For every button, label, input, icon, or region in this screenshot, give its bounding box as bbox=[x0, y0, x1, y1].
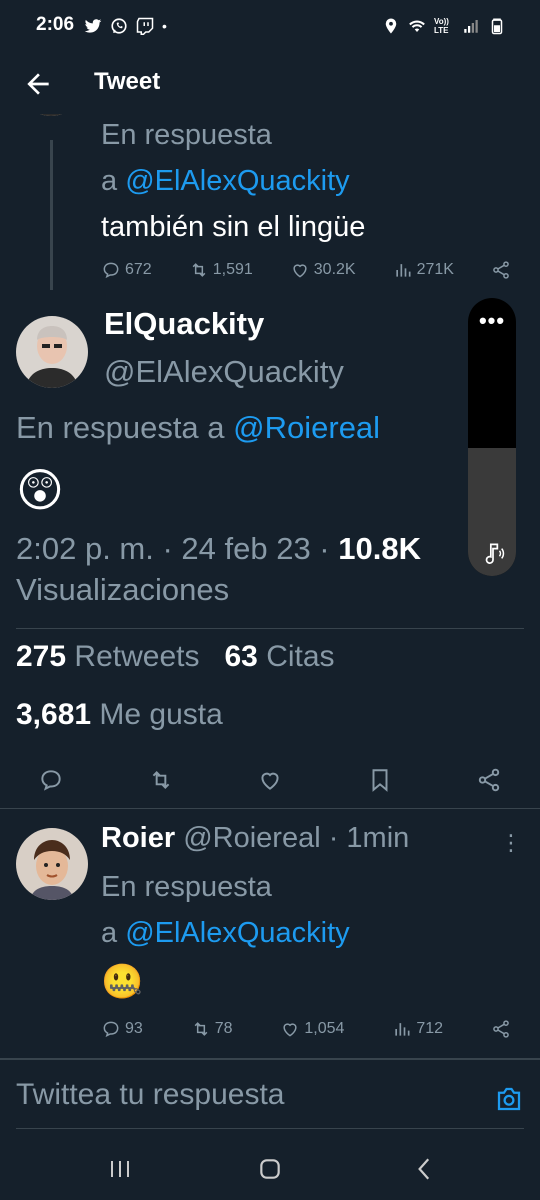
mention-link[interactable]: @ElAlexQuackity bbox=[125, 917, 349, 949]
divider bbox=[16, 628, 524, 629]
tweet-time: · 1min bbox=[320, 822, 410, 854]
share-icon[interactable] bbox=[491, 1019, 511, 1039]
home-icon[interactable] bbox=[256, 1156, 284, 1182]
tweet-action-bar bbox=[16, 752, 524, 808]
share-icon[interactable] bbox=[476, 767, 502, 793]
heart-icon[interactable] bbox=[257, 767, 283, 793]
status-bar: 2:06 • Vo)) LTE bbox=[0, 0, 540, 52]
tweet-text: 🤐 bbox=[101, 963, 144, 1001]
thread-connector-line bbox=[50, 140, 53, 290]
bookmark-icon[interactable] bbox=[367, 767, 393, 793]
reply-context: En respuesta bbox=[101, 871, 272, 903]
views-icon bbox=[395, 1023, 410, 1036]
reply-tweet-body[interactable]: En respuesta a @ElAlexQuackity también s… bbox=[101, 112, 521, 250]
views-count: 10.8K bbox=[338, 531, 421, 566]
volume-slider[interactable]: ••• bbox=[468, 298, 516, 576]
author-name[interactable]: Roier bbox=[101, 822, 175, 854]
tweet-text: 😲 bbox=[16, 464, 64, 516]
reply-count[interactable]: 93 bbox=[101, 1019, 143, 1039]
tweet-timestamp: 2:02 p. m. · 24 feb 23 · 10.8K bbox=[16, 531, 421, 566]
reply-icon[interactable] bbox=[38, 767, 64, 793]
more-options-icon[interactable]: ⋮ bbox=[500, 830, 522, 856]
mention-link[interactable]: @Roiereal bbox=[233, 410, 380, 445]
view-count[interactable]: 271K bbox=[393, 260, 454, 280]
top-app-bar: Tweet bbox=[0, 52, 540, 114]
views-icon bbox=[395, 264, 411, 277]
wifi-icon bbox=[409, 20, 425, 32]
system-navigation-bar bbox=[0, 1140, 540, 1200]
volte-icon: Vo)) LTE bbox=[434, 17, 449, 35]
reply-count[interactable]: 672 bbox=[101, 260, 152, 280]
comment-icon bbox=[103, 262, 119, 279]
retweet-icon bbox=[192, 263, 206, 277]
recent-apps-icon[interactable] bbox=[108, 1156, 132, 1182]
retweet-icon[interactable] bbox=[148, 767, 174, 793]
divider bbox=[16, 1128, 524, 1129]
mention-link[interactable]: @ElAlexQuackity bbox=[125, 165, 349, 197]
more-options-icon[interactable]: ••• bbox=[468, 310, 516, 332]
whatsapp-icon bbox=[111, 18, 127, 34]
reply-context-handle-line: a @ElAlexQuackity bbox=[101, 165, 350, 197]
like-count[interactable]: 30.2K bbox=[290, 260, 356, 280]
signal-icon bbox=[464, 20, 478, 33]
notification-icons: • bbox=[84, 14, 167, 38]
author-handle[interactable]: @ElAlexQuackity bbox=[104, 354, 344, 390]
divider bbox=[0, 808, 540, 809]
status-time: 2:06 bbox=[36, 14, 75, 35]
system-icons: Vo)) LTE bbox=[382, 14, 506, 38]
divider bbox=[0, 1058, 540, 1060]
back-icon[interactable] bbox=[412, 1156, 438, 1182]
view-count[interactable]: 712 bbox=[392, 1019, 443, 1039]
views-label: Visualizaciones bbox=[16, 572, 230, 607]
author-avatar[interactable] bbox=[16, 316, 88, 388]
reply-composer-input[interactable]: Twittea tu respuesta bbox=[16, 1078, 284, 1112]
reply-context: En respuesta bbox=[101, 119, 272, 151]
twitch-icon bbox=[136, 17, 154, 35]
reply-stats-row: 672 1,591 30.2K 271K bbox=[101, 260, 511, 280]
music-note-icon bbox=[485, 543, 505, 564]
author-handle[interactable]: @Roiereal bbox=[183, 822, 320, 854]
author-name[interactable]: ElQuackity bbox=[104, 306, 264, 342]
battery-icon bbox=[491, 18, 503, 35]
camera-icon[interactable] bbox=[494, 1084, 524, 1114]
avatar[interactable] bbox=[16, 828, 88, 900]
page-title: Tweet bbox=[94, 68, 161, 95]
location-icon bbox=[385, 18, 397, 34]
tweet-text: también sin el lingüe bbox=[101, 211, 366, 243]
retweet-count[interactable]: 78 bbox=[191, 1019, 233, 1039]
retweet-icon bbox=[194, 1022, 208, 1036]
twitter-icon bbox=[84, 19, 102, 33]
heart-icon bbox=[293, 264, 307, 278]
reply-stats-row: 93 78 1,054 712 bbox=[101, 1019, 511, 1039]
like-count[interactable]: 1,054 bbox=[280, 1019, 344, 1039]
likes-count[interactable]: 3,681 Me gusta bbox=[16, 698, 223, 732]
reply-tweet-body[interactable]: En respuesta a @ElAlexQuackity bbox=[101, 864, 521, 956]
notification-dot: • bbox=[162, 18, 167, 34]
share-icon[interactable] bbox=[491, 260, 511, 280]
reply-header: Roier @Roiereal · 1min bbox=[101, 822, 409, 855]
comment-icon bbox=[103, 1021, 119, 1038]
back-arrow-icon[interactable] bbox=[22, 68, 54, 100]
reply-context-handle-line: a @ElAlexQuackity bbox=[101, 917, 350, 949]
heart-icon bbox=[283, 1023, 297, 1037]
retweet-count[interactable]: 1,591 bbox=[189, 260, 253, 280]
engagement-counts[interactable]: 275 Retweets 63 Citas bbox=[16, 640, 335, 674]
reply-context: En respuesta a @Roiereal bbox=[16, 410, 381, 445]
